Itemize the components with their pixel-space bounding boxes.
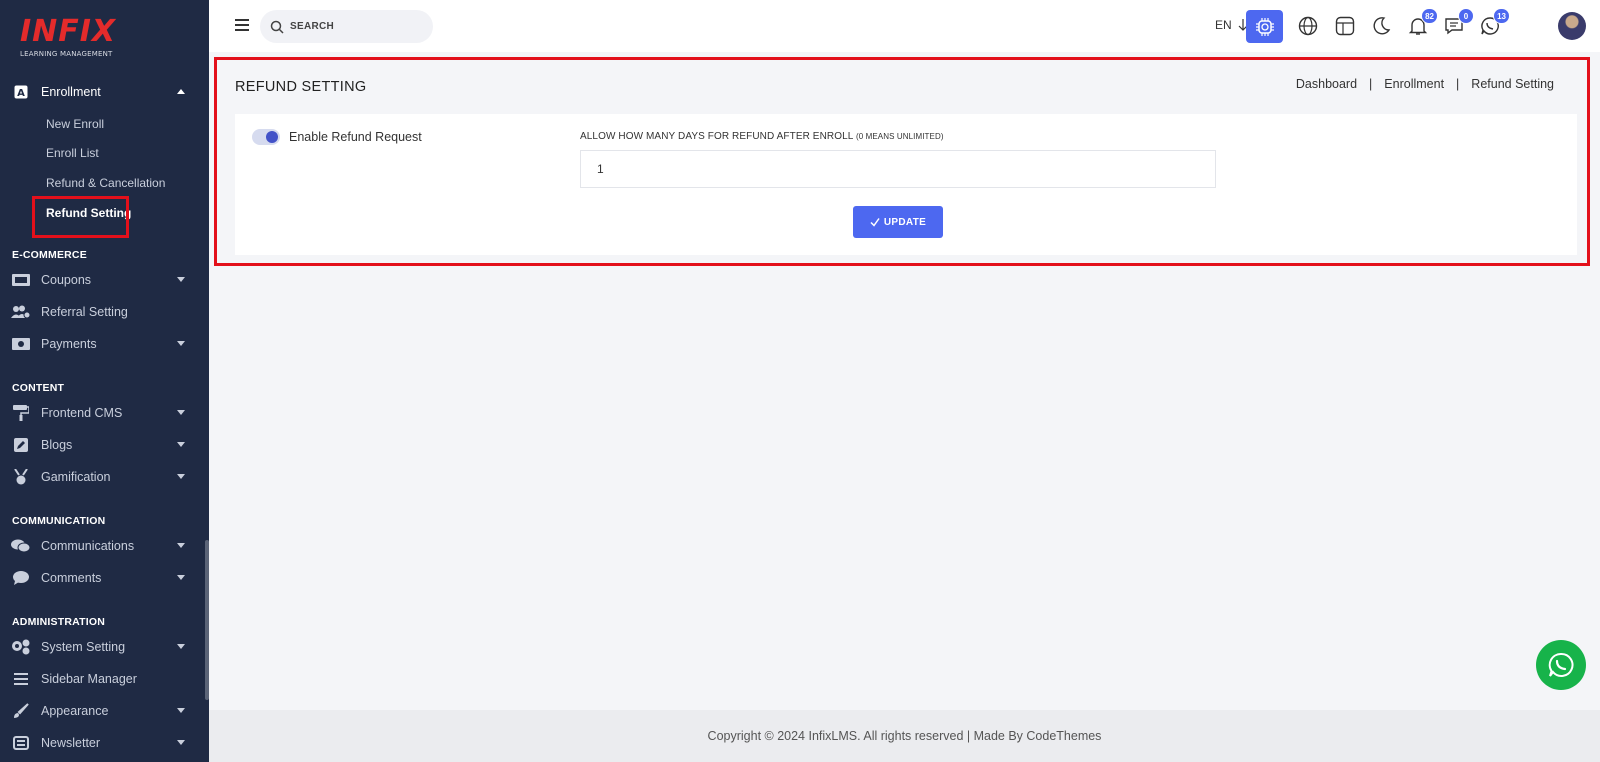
sidebar-item-payments[interactable]: Payments — [0, 329, 205, 359]
notification-badge: 82 — [1421, 8, 1438, 24]
logo[interactable]: INFIX LEARNING MANAGEMENT — [20, 16, 130, 62]
sidebar-item-system-setting[interactable]: System Setting — [0, 632, 205, 662]
search-input[interactable] — [290, 21, 420, 32]
dark-mode-button[interactable] — [1369, 14, 1393, 38]
search-icon — [270, 20, 284, 34]
sidebar-item-label: Gamification — [41, 470, 111, 484]
comment-icon — [11, 568, 31, 588]
letter-a-icon: A — [11, 82, 31, 102]
highlight-box-sidebar — [32, 196, 129, 238]
section-ecommerce: E-COMMERCE — [12, 249, 87, 261]
sidebar-subitem-refund-cancellation[interactable]: Refund & Cancellation — [46, 172, 165, 194]
gears-icon — [11, 637, 31, 657]
users-cog-icon — [11, 302, 31, 322]
newsletter-icon — [11, 733, 31, 753]
sidebar-item-enrollment[interactable]: A Enrollment — [0, 77, 205, 107]
sidebar-item-label: Sidebar Manager — [41, 672, 137, 686]
globe-icon — [1298, 16, 1318, 36]
user-avatar[interactable] — [1558, 12, 1586, 40]
chevron-down-icon — [177, 277, 185, 282]
highlight-box-content — [214, 57, 1590, 266]
sidebar-item-comments[interactable]: Comments — [0, 563, 205, 593]
sidebar-item-label: Newsletter — [41, 736, 101, 750]
sidebar-subitem-new-enroll[interactable]: New Enroll — [46, 113, 104, 135]
messages-badge: 0 — [1458, 8, 1474, 24]
svg-text:A: A — [17, 88, 25, 99]
sidebar-item-label: Payments — [41, 337, 97, 351]
bars-icon — [11, 669, 31, 689]
chevron-down-icon — [177, 740, 185, 745]
sidebar-item-label: Comments — [41, 571, 102, 585]
comments-icon — [11, 536, 31, 556]
sidebar-subitem-enroll-list[interactable]: Enroll List — [46, 142, 99, 164]
notifications-button[interactable]: 82 — [1406, 8, 1438, 38]
whatsapp-icon — [1548, 652, 1574, 677]
language-label: EN — [1215, 18, 1232, 32]
chevron-down-icon — [177, 410, 185, 415]
search-box — [260, 10, 433, 43]
whatsapp-badge: 13 — [1493, 8, 1510, 24]
logo-subtitle: LEARNING MANAGEMENT — [20, 50, 113, 58]
sidebar-item-gamification[interactable]: Gamification — [0, 462, 205, 492]
sidebar-item-appearance[interactable]: Appearance — [0, 696, 205, 726]
money-bill-icon — [11, 334, 31, 354]
sidebar-item-newsletter[interactable]: Newsletter — [0, 728, 205, 758]
paint-roller-icon — [11, 403, 31, 423]
sidebar-item-blogs[interactable]: Blogs — [0, 430, 205, 460]
chevron-down-icon — [177, 644, 185, 649]
ticket-icon — [11, 270, 31, 290]
sidebar-item-label: Appearance — [41, 704, 109, 718]
section-administration: ADMINISTRATION — [12, 616, 106, 628]
sidebar-item-label: Enrollment — [41, 85, 101, 99]
edit-icon — [11, 435, 31, 455]
sidebar-item-sidebar-manager[interactable]: Sidebar Manager — [0, 664, 205, 694]
moon-icon — [1373, 17, 1391, 35]
chevron-down-icon — [177, 543, 185, 548]
chevron-down-icon — [177, 474, 185, 479]
sidebar-item-frontend-cms[interactable]: Frontend CMS — [0, 398, 205, 428]
brush-icon — [11, 701, 31, 721]
language-selector[interactable]: EN — [1215, 18, 1248, 32]
sidebar: INFIX LEARNING MANAGEMENT A Enrollment N… — [0, 0, 209, 762]
sidebar-item-communications[interactable]: Communications — [0, 531, 205, 561]
footer: Copyright © 2024 InfixLMS. All rights re… — [209, 710, 1600, 762]
sidebar-item-label: System Setting — [41, 640, 126, 654]
medal-icon — [11, 467, 31, 487]
footer-copyright: Copyright © 2024 InfixLMS. All rights re… — [707, 729, 1102, 743]
section-content: CONTENT — [12, 382, 65, 394]
sidebar-item-label: Referral Setting — [41, 305, 128, 319]
chevron-down-icon — [177, 575, 185, 580]
cpu-icon — [1255, 17, 1274, 36]
chevron-down-icon — [177, 341, 185, 346]
chevron-down-icon — [177, 708, 185, 713]
whatsapp-header-button[interactable]: 13 — [1478, 8, 1510, 38]
globe-button[interactable] — [1296, 14, 1320, 38]
menu-toggle-icon[interactable] — [235, 19, 249, 31]
chevron-up-icon — [177, 89, 185, 94]
chevron-down-icon — [177, 442, 185, 447]
sidebar-item-label: Communications — [41, 539, 135, 553]
sidebar-item-label: Blogs — [41, 438, 73, 452]
layout-icon — [1335, 16, 1355, 36]
top-header: EN 82 0 13 — [209, 0, 1600, 52]
section-communication: COMMUNICATION — [12, 515, 106, 527]
sidebar-item-referral-setting[interactable]: Referral Setting — [0, 297, 205, 327]
sidebar-item-label: Frontend CMS — [41, 406, 123, 420]
main-content: REFUND SETTING Dashboard | Enrollment | … — [209, 52, 1600, 762]
chip-button[interactable] — [1246, 10, 1283, 43]
logo-brand: INFIX — [20, 14, 117, 49]
layout-button[interactable] — [1333, 14, 1357, 38]
whatsapp-float-button[interactable] — [1536, 640, 1586, 690]
messages-button[interactable]: 0 — [1442, 8, 1474, 38]
sidebar-item-coupons[interactable]: Coupons — [0, 265, 205, 295]
sidebar-item-label: Coupons — [41, 273, 92, 287]
